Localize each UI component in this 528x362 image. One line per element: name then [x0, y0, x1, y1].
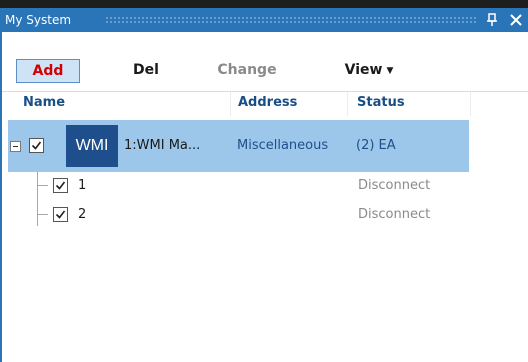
- child-2-label: 2: [78, 207, 87, 222]
- column-divider: [470, 92, 471, 116]
- child-2-checkbox[interactable]: [53, 207, 68, 222]
- change-button[interactable]: Change: [202, 59, 292, 81]
- column-divider: [230, 92, 231, 116]
- child-1-checkbox[interactable]: [53, 178, 68, 193]
- child-2-status: Disconnect: [358, 207, 431, 222]
- top-strip: [0, 0, 528, 8]
- wmi-logo-icon: WMI: [66, 125, 118, 167]
- parent-name: 1:WMI Ma...: [124, 138, 201, 153]
- parent-address: Miscellaneous: [237, 138, 329, 153]
- child-1-status: Disconnect: [358, 178, 431, 193]
- view-label: View: [344, 62, 383, 78]
- collapse-toggle-icon[interactable]: [10, 141, 21, 152]
- tree-connector-child-1: [37, 185, 48, 186]
- del-button[interactable]: Del: [120, 59, 172, 81]
- titlebar-grip: [105, 16, 477, 24]
- grid-header: Name Address Status: [2, 92, 528, 116]
- toolbar: Add Del Change View ▼: [2, 51, 528, 92]
- parent-status: (2) EA: [356, 138, 396, 153]
- chevron-down-icon: ▼: [386, 66, 394, 76]
- parent-checkbox[interactable]: [29, 138, 44, 153]
- column-divider: [347, 92, 348, 116]
- tree-connector-child-2: [37, 214, 48, 215]
- child-1-label: 1: [78, 178, 87, 193]
- close-icon[interactable]: [509, 12, 523, 28]
- panel-title: My System: [5, 13, 72, 27]
- tree-row-parent[interactable]: WMI 1:WMI Ma... Miscellaneous (2) EA: [8, 120, 469, 172]
- add-button[interactable]: Add: [16, 59, 80, 83]
- panel-titlebar[interactable]: My System: [0, 8, 528, 32]
- column-header-address[interactable]: Address: [238, 95, 297, 110]
- view-menu-button[interactable]: View ▼: [324, 59, 414, 81]
- tree-connector-vertical: [37, 172, 38, 226]
- pin-icon[interactable]: [486, 12, 498, 28]
- column-header-name[interactable]: Name: [23, 95, 65, 110]
- column-header-status[interactable]: Status: [357, 95, 405, 110]
